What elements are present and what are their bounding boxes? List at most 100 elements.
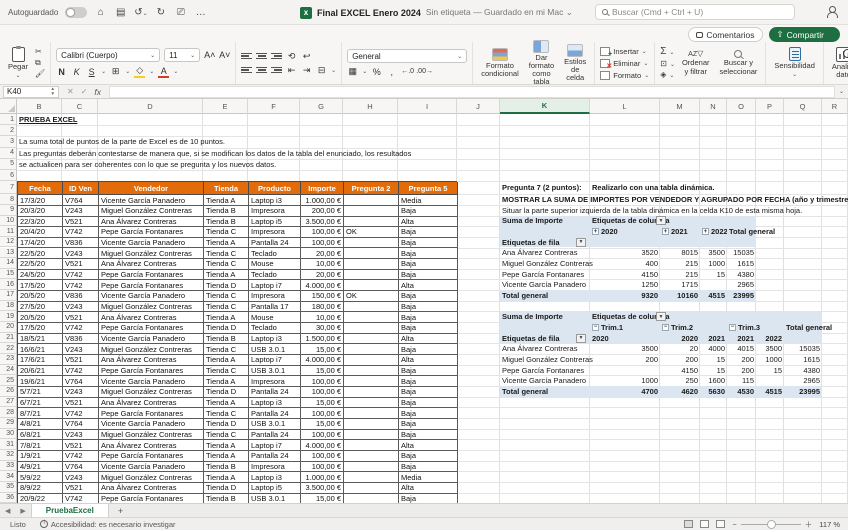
table-cell[interactable]: OK bbox=[344, 291, 399, 302]
row-header-2[interactable]: 2 bbox=[0, 125, 17, 136]
accessibility-status[interactable]: Accesibilidad: es necesario investigar bbox=[40, 520, 176, 529]
table-cell[interactable]: Baja bbox=[399, 430, 458, 441]
table-cell[interactable]: Alta bbox=[399, 440, 458, 451]
table-cell[interactable]: V742 bbox=[63, 270, 99, 281]
table-cell[interactable]: Teclado bbox=[249, 270, 301, 281]
cell-note-row3[interactable]: La suma total de puntos de la parte de E… bbox=[17, 136, 447, 147]
table-cell[interactable]: Pantalla 24 bbox=[249, 451, 301, 462]
table-cell[interactable]: Baja bbox=[399, 238, 458, 249]
table-cell[interactable]: V521 bbox=[63, 440, 99, 451]
row-header-18[interactable]: 18 bbox=[0, 301, 17, 312]
pivot2-row-total[interactable]: 1615 bbox=[784, 354, 822, 365]
table-header-pregunta-2[interactable]: Pregunta 2 bbox=[344, 182, 399, 195]
table-cell[interactable]: Tienda C bbox=[204, 408, 249, 419]
align-bottom-icon[interactable] bbox=[271, 51, 282, 61]
row-header-36[interactable]: 36 bbox=[0, 493, 17, 504]
row-header-4[interactable]: 4 bbox=[0, 148, 17, 159]
underline-dropdown-icon[interactable]: ⌄ bbox=[101, 68, 106, 75]
table-cell[interactable]: 16/6/21 bbox=[18, 344, 63, 355]
table-cell[interactable]: Tienda C bbox=[204, 366, 249, 377]
table-cell[interactable]: Impresora bbox=[249, 291, 301, 302]
table-cell[interactable]: Miguel González Contreras bbox=[99, 387, 204, 398]
pivot1-value[interactable]: 1000 bbox=[700, 258, 727, 269]
table-cell[interactable]: 1.500,00 € bbox=[301, 334, 344, 345]
table-cell[interactable]: Tienda A bbox=[204, 270, 249, 281]
table-cell[interactable]: V243 bbox=[63, 302, 99, 313]
table-cell[interactable]: USB 3.0.1 bbox=[249, 419, 301, 430]
column-header-N[interactable]: N bbox=[700, 99, 727, 114]
table-cell[interactable]: 17/5/20 bbox=[18, 323, 63, 334]
pivot1-value[interactable]: 215 bbox=[660, 258, 700, 269]
table-cell[interactable]: 180,00 € bbox=[301, 302, 344, 313]
decrease-indent-icon[interactable]: ⇤ bbox=[286, 65, 297, 76]
table-cell[interactable]: 30,00 € bbox=[301, 323, 344, 334]
table-cell[interactable] bbox=[344, 334, 399, 345]
table-cell[interactable]: Tienda B bbox=[204, 334, 249, 345]
pivot1-col-total[interactable]: 10160 bbox=[660, 290, 700, 301]
pivot2-value[interactable]: 1600 bbox=[700, 375, 727, 386]
table-cell[interactable] bbox=[344, 430, 399, 441]
table-cell[interactable]: Miguel González Contreras bbox=[99, 472, 204, 483]
column-header-D[interactable]: D bbox=[98, 99, 203, 114]
table-cell[interactable]: Laptop i5 bbox=[249, 483, 301, 494]
pivot1-value[interactable] bbox=[700, 279, 727, 290]
table-cell[interactable]: Pepe García Fontanares bbox=[99, 323, 204, 334]
table-cell[interactable] bbox=[344, 344, 399, 355]
row-header-17[interactable]: 17 bbox=[0, 290, 17, 301]
table-cell[interactable]: 5/9/22 bbox=[18, 472, 63, 483]
table-cell[interactable]: Pantalla 24 bbox=[249, 387, 301, 398]
table-cell[interactable]: V243 bbox=[63, 430, 99, 441]
table-cell[interactable]: 17/6/21 bbox=[18, 355, 63, 366]
table-cell[interactable]: V742 bbox=[63, 451, 99, 462]
table-cell[interactable]: Tienda A bbox=[204, 376, 249, 387]
table-cell[interactable]: 6/8/21 bbox=[18, 430, 63, 441]
sensitivity-button[interactable]: Sensibilidad ⌄ bbox=[771, 47, 817, 79]
cell-question-line3[interactable]: Situar la parte superior izquierda de la… bbox=[500, 205, 840, 216]
table-cell[interactable]: Teclado bbox=[249, 323, 301, 334]
pivot-expander-icon[interactable]: − bbox=[592, 324, 599, 331]
pivot2-value[interactable] bbox=[756, 375, 784, 386]
pivot1-colhead-2021[interactable]: +2021 bbox=[660, 226, 700, 237]
formula-input[interactable] bbox=[109, 86, 835, 98]
pivot1-title[interactable]: Suma de Importe bbox=[500, 216, 590, 227]
table-cell[interactable]: 24/5/20 bbox=[18, 270, 63, 281]
zoom-in-icon[interactable]: ＋ bbox=[805, 519, 813, 530]
pivot1-value[interactable]: 3520 bbox=[590, 248, 660, 259]
table-cell[interactable]: V521 bbox=[63, 483, 99, 494]
align-right-icon[interactable] bbox=[271, 65, 282, 75]
insert-function-icon[interactable]: fx bbox=[94, 87, 101, 97]
row-header-28[interactable]: 28 bbox=[0, 407, 17, 418]
table-cell[interactable]: Laptop i7 bbox=[249, 280, 301, 291]
cancel-icon[interactable]: ✕ bbox=[67, 87, 74, 96]
table-cell[interactable]: Laptop i3 bbox=[249, 398, 301, 409]
pivot2-col-total[interactable]: 4530 bbox=[727, 386, 756, 397]
table-cell[interactable]: 4.000,00 € bbox=[301, 440, 344, 451]
sort-filter-button[interactable]: AZ▽ Ordenar y filtrar bbox=[679, 50, 713, 76]
table-cell[interactable]: Alta bbox=[399, 355, 458, 366]
table-cell[interactable]: 27/5/20 bbox=[18, 302, 63, 313]
format-as-table-button[interactable]: Dar formato como tabla bbox=[526, 40, 557, 87]
table-cell[interactable]: 1.000,00 € bbox=[301, 195, 344, 206]
pivot2-value[interactable]: 200 bbox=[727, 354, 756, 365]
pivot2-title[interactable]: Suma de Importe bbox=[500, 311, 590, 322]
accounting-format-icon[interactable]: ▦ bbox=[347, 66, 358, 77]
table-cell[interactable]: Ana Álvarez Contreras bbox=[99, 355, 204, 366]
column-header-O[interactable]: O bbox=[727, 99, 756, 114]
table-cell[interactable] bbox=[344, 483, 399, 494]
pivot2-col-total[interactable]: 5630 bbox=[700, 386, 727, 397]
pivot2-value[interactable]: 3500 bbox=[590, 343, 660, 354]
row-header-24[interactable]: 24 bbox=[0, 365, 17, 376]
pivot1-row-header-label[interactable]: Etiquetas de fila bbox=[500, 237, 576, 248]
table-cell[interactable] bbox=[344, 270, 399, 281]
pivot2-grand-total[interactable]: 23995 bbox=[784, 386, 822, 397]
column-header-M[interactable]: M bbox=[660, 99, 700, 114]
table-cell[interactable]: 100,00 € bbox=[301, 387, 344, 398]
copy-icon[interactable]: ⧉ bbox=[35, 59, 45, 67]
table-cell[interactable]: Pantalla 24 bbox=[249, 430, 301, 441]
table-cell[interactable]: 150,00 € bbox=[301, 291, 344, 302]
table-cell[interactable]: OK bbox=[344, 227, 399, 238]
table-cell[interactable]: 15,00 € bbox=[301, 366, 344, 377]
table-cell[interactable]: Pantalla 24 bbox=[249, 408, 301, 419]
table-cell[interactable]: Baja bbox=[399, 462, 458, 473]
column-header-K[interactable]: K bbox=[500, 99, 590, 114]
